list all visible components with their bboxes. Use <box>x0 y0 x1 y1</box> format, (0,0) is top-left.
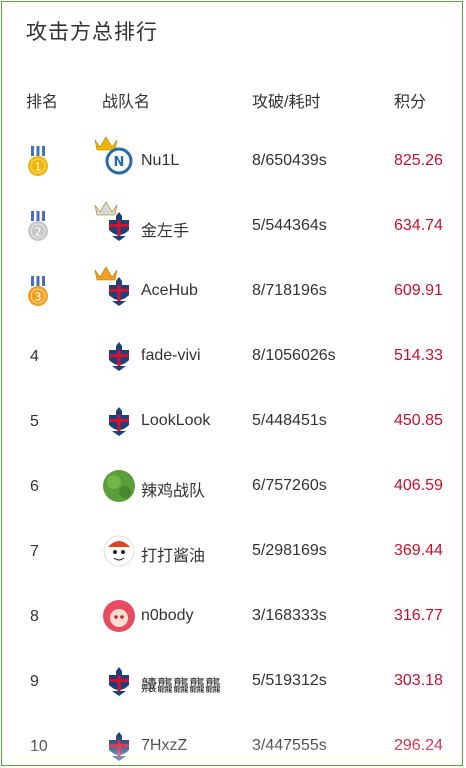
score-value: 825.26 <box>394 152 443 169</box>
header-team: 战队名 <box>102 94 151 111</box>
rank-number: 5 <box>30 413 39 430</box>
svg-text:2: 2 <box>35 226 42 239</box>
attack-time: 6/757260s <box>252 477 327 494</box>
team-name: AceHub <box>141 282 198 299</box>
rank-number: 10 <box>30 738 48 755</box>
svg-text:3: 3 <box>35 291 42 304</box>
team-name: LookLook <box>141 412 211 429</box>
attack-time: 3/447555s <box>252 737 327 754</box>
table-row: 9 齉龘龘龘龘 5/519312s 303.18 <box>2 649 462 713</box>
cartoon-avatar <box>103 535 135 567</box>
page-title: 攻击方总排行 <box>26 21 158 44</box>
score-value: 296.24 <box>394 737 443 754</box>
table-row: 1 N Nu1L 8/650439s 825.26 <box>2 129 462 193</box>
team-name: 齉龘龘龘龘 <box>141 678 222 695</box>
anime-avatar <box>103 600 135 632</box>
table-row: 5 LookLook 5/448451s 450.85 <box>2 389 462 453</box>
team-badge-icon <box>103 405 135 437</box>
table-row: 7 打打酱油 5/298169s 369.44 <box>2 519 462 583</box>
score-value: 450.85 <box>394 412 443 429</box>
table-header: 排名 战队名 攻破/耗时 积分 <box>2 88 462 114</box>
attack-time: 8/650439s <box>252 152 327 169</box>
team-name: 7HxzZ <box>141 737 188 754</box>
attack-time: 5/448451s <box>252 412 327 429</box>
gold-medal-icon: 1 <box>26 146 50 178</box>
attack-time: 5/544364s <box>252 217 327 234</box>
score-value: 406.59 <box>394 477 443 494</box>
team-badge-icon <box>103 340 135 372</box>
score-value: 609.91 <box>394 282 443 299</box>
team-badge-icon <box>103 275 135 307</box>
rank-number: 8 <box>30 608 39 625</box>
table-row: 8 n0body 3/168333s 316.77 <box>2 584 462 648</box>
table-row: 3 AceHub 8/718196s 609.91 <box>2 259 462 323</box>
attack-time: 8/1056026s <box>252 347 336 364</box>
score-value: 316.77 <box>394 607 443 624</box>
rank-number: 7 <box>30 543 39 560</box>
team-name: 打打酱油 <box>141 548 206 565</box>
header-rank: 排名 <box>26 94 59 111</box>
green-circle-avatar <box>103 470 135 502</box>
attack-time: 5/519312s <box>252 672 327 689</box>
attack-time: 3/168333s <box>252 607 327 624</box>
nu1l-logo-icon: N <box>103 145 135 177</box>
table-row: 6 辣鸡战队 6/757260s 406.59 <box>2 454 462 518</box>
team-name: 金左手 <box>141 223 190 240</box>
team-badge-icon <box>103 210 135 242</box>
bronze-medal-icon: 3 <box>26 276 50 308</box>
header-score: 积分 <box>394 94 427 111</box>
team-name: fade-vivi <box>141 347 201 364</box>
team-badge-icon <box>103 665 135 697</box>
team-name: n0body <box>141 607 194 624</box>
header-attack: 攻破/耗时 <box>252 94 321 111</box>
team-badge-icon <box>103 730 135 762</box>
score-value: 369.44 <box>394 542 443 559</box>
team-name: Nu1L <box>141 152 180 169</box>
svg-text:N: N <box>114 155 125 170</box>
attack-time: 5/298169s <box>252 542 327 559</box>
svg-text:1: 1 <box>35 161 42 174</box>
table-row: 4 fade-vivi 8/1056026s 514.33 <box>2 324 462 388</box>
silver-medal-icon: 2 <box>26 211 50 243</box>
score-value: 514.33 <box>394 347 443 364</box>
rank-number: 6 <box>30 478 39 495</box>
rank-number: 9 <box>30 673 39 690</box>
score-value: 634.74 <box>394 217 443 234</box>
team-name: 辣鸡战队 <box>141 483 206 500</box>
attack-time: 8/718196s <box>252 282 327 299</box>
table-row: 2 金左手 5/544364s 634.74 <box>2 194 462 258</box>
score-value: 303.18 <box>394 672 443 689</box>
table-row: 10 7HxzZ 3/447555s 296.24 <box>2 714 462 765</box>
leaderboard-panel: 攻击方总排行 排名 战队名 攻破/耗时 积分 1 N Nu1L 8/650439s 82… <box>1 1 463 766</box>
rank-number: 4 <box>30 348 39 365</box>
